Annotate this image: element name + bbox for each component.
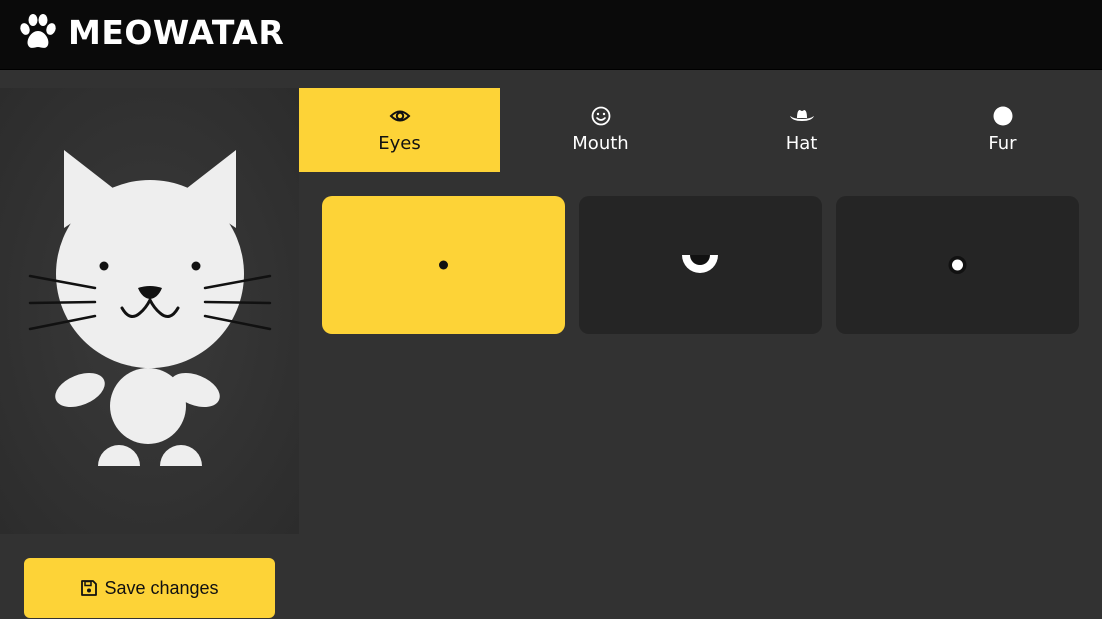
save-button-label: Save changes (104, 577, 219, 598)
eye-option-half-moon[interactable] (579, 196, 822, 334)
floppy-disk-icon (81, 580, 98, 596)
tab-fur[interactable]: Fur (902, 88, 1102, 172)
tab-mouth-label: Mouth (572, 133, 629, 154)
half-moon-eye-icon (682, 255, 718, 273)
tab-eyes[interactable]: Eyes (299, 88, 500, 172)
tab-hat[interactable]: Hat (701, 88, 902, 172)
eye-icon (389, 110, 410, 122)
tab-fur-label: Fur (988, 133, 1017, 154)
save-changes-button[interactable]: Save changes (24, 558, 275, 618)
ringed-dot-eye-icon (948, 256, 967, 274)
cat-avatar (28, 150, 272, 466)
cowboy-hat-icon (789, 110, 814, 121)
small-dot-eye-icon (439, 260, 448, 270)
eye-option-small-dot[interactable] (322, 196, 565, 334)
top-bar: MEOWATAR (0, 0, 1102, 70)
circle-icon (993, 106, 1012, 126)
paw-icon (20, 14, 56, 48)
app-title: MEOWATAR (68, 13, 285, 52)
tab-eyes-label: Eyes (378, 133, 421, 154)
tab-mouth[interactable]: Mouth (500, 88, 701, 172)
smiley-icon (591, 106, 610, 126)
tab-hat-label: Hat (785, 133, 818, 154)
eye-option-ringed-dot[interactable] (836, 196, 1079, 334)
avatar-preview (0, 88, 299, 534)
